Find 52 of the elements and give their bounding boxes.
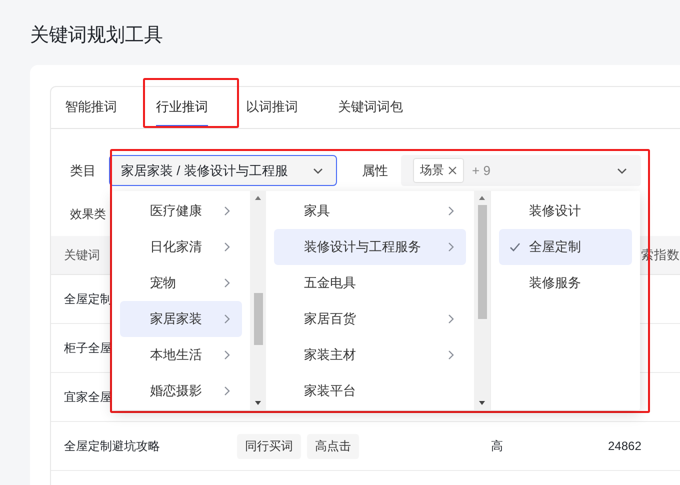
chevron-right-icon (222, 278, 232, 288)
chevron-right-icon (222, 206, 232, 216)
triangle-down-icon[interactable] (478, 400, 486, 406)
scrollbar-thumb[interactable] (478, 205, 486, 319)
keyword-tag: 高点击 (307, 434, 359, 458)
chevron-right-icon (222, 242, 232, 252)
table-cell-text: 24862 (608, 439, 642, 453)
chevron-right-icon (222, 350, 232, 360)
category-select[interactable]: 家居家装 / 装修设计与工程服 (109, 155, 337, 186)
menu-item[interactable]: 日化家清 (120, 229, 242, 265)
menu-item[interactable]: 医疗健康 (120, 193, 242, 229)
scrollbar-thumb[interactable] (254, 293, 262, 345)
menu-item[interactable]: 家居百货 (274, 301, 466, 337)
menu-item[interactable]: 本地生活 (120, 337, 242, 373)
triangle-down-icon[interactable] (254, 400, 262, 406)
keyword-tag: 同行买词 (237, 434, 301, 458)
chevron-right-icon (446, 242, 456, 252)
menu-item[interactable]: 装修服务 (499, 265, 632, 301)
menu-item[interactable]: 家居家装 (120, 301, 242, 337)
triangle-up-icon[interactable] (254, 195, 262, 201)
field-label: 属性 (362, 162, 388, 180)
table-cell: 全屋定制避坑攻略 (64, 438, 160, 452)
chevron-right-icon (222, 314, 232, 324)
menu-item[interactable]: 婚恋摄影 (120, 373, 242, 409)
tab[interactable]: 智能推词 (65, 87, 117, 128)
chevron-right-icon (446, 350, 456, 360)
close-icon[interactable] (448, 166, 457, 175)
check-icon (509, 241, 521, 253)
menu-item[interactable]: 家装主材 (274, 337, 466, 373)
menu-item[interactable]: 五金电具 (274, 265, 466, 301)
triangle-up-icon[interactable] (478, 195, 486, 201)
page-title: 关键词规划工具 (30, 24, 163, 48)
menu-item[interactable]: 装修设计 (499, 193, 632, 229)
column-header: 关键词 (64, 246, 100, 264)
menu-item[interactable]: 家装平台 (274, 373, 466, 409)
tab[interactable]: 关键词词包 (338, 87, 403, 128)
menu-item[interactable]: 装修设计与工程服务 (274, 229, 466, 265)
chevron-right-icon (446, 206, 456, 216)
table-cell-text: 高 (491, 438, 504, 454)
field-label: 类目 (70, 162, 96, 180)
scrollbar[interactable] (474, 191, 490, 410)
menu-item[interactable]: 全屋定制 (499, 229, 632, 265)
attribute-select[interactable]: 场景 + 9 (401, 155, 641, 186)
scrollbar[interactable] (250, 191, 266, 410)
tab[interactable]: 行业推词 (156, 87, 208, 128)
chevron-right-icon (446, 314, 456, 324)
tab[interactable]: 以词推词 (246, 87, 298, 128)
chevron-right-icon (222, 386, 232, 396)
menu-item[interactable]: 宠物 (120, 265, 242, 301)
menu-item[interactable]: 家具 (274, 193, 466, 229)
attribute-tag: 场景 (413, 158, 464, 183)
field-label: 效果类 (70, 206, 106, 223)
